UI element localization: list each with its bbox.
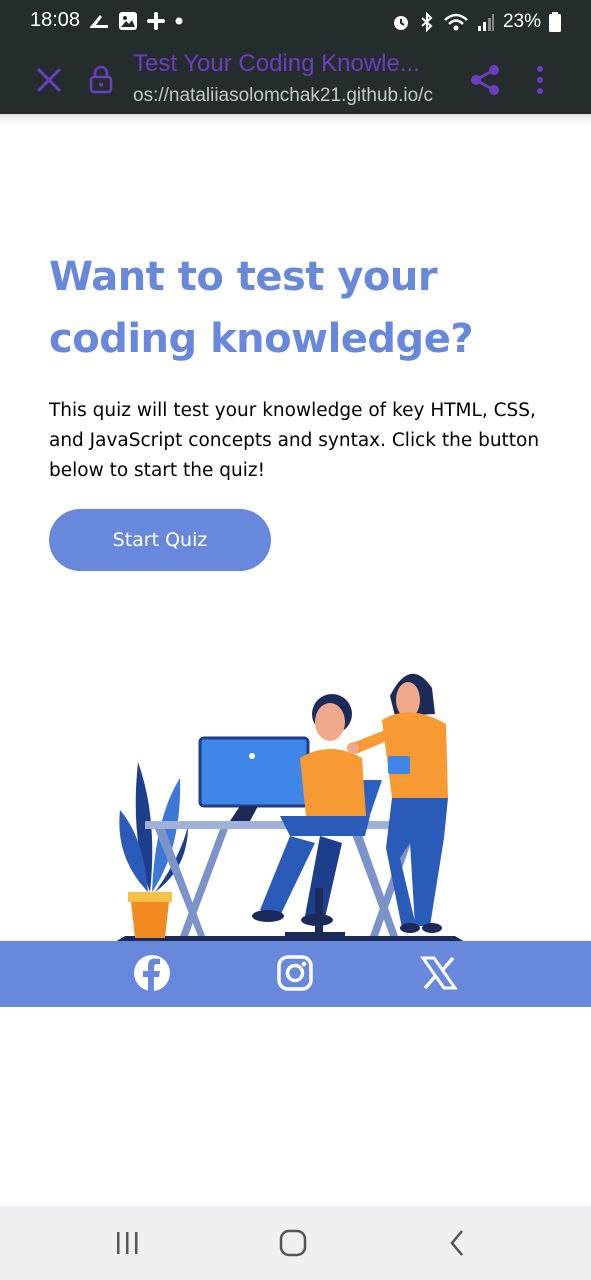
recents-icon[interactable]	[110, 1228, 144, 1258]
toolbar-shadow	[0, 114, 591, 126]
lock-icon[interactable]	[88, 64, 114, 94]
heading-line-2: coding knowledge?	[49, 316, 474, 362]
notification-icons	[88, 11, 184, 31]
share-icon[interactable]	[468, 62, 504, 98]
wifi-icon	[444, 13, 468, 31]
heading-line-1: Want to test your	[49, 254, 438, 300]
running-shoe-icon	[90, 15, 108, 28]
bluetooth-icon	[421, 12, 433, 32]
system-nav-bar	[0, 1206, 591, 1280]
system-icons: 23%	[391, 11, 561, 33]
coding-illustration	[115, 673, 465, 942]
social-footer	[0, 941, 591, 1007]
battery-icon	[549, 12, 561, 32]
browser-toolbar: Test Your Coding Knowle... os://nataliia…	[0, 44, 591, 114]
gallery-icon	[119, 12, 137, 30]
start-quiz-button[interactable]: Start Quiz	[49, 509, 271, 571]
main-heading: Want to test your coding knowledge?	[49, 246, 549, 370]
page-url[interactable]: os://nataliiasolomchak21.github.io/c	[133, 85, 448, 107]
quiz-description: This quiz will test your knowledge of ke…	[49, 400, 540, 481]
page-title[interactable]: Test Your Coding Knowle...	[133, 50, 448, 78]
back-icon[interactable]	[442, 1228, 476, 1258]
close-icon[interactable]	[34, 65, 64, 95]
signal-icon	[477, 14, 494, 31]
dot-icon	[175, 17, 183, 25]
more-vert-icon[interactable]	[528, 62, 552, 98]
facebook-icon[interactable]	[133, 954, 171, 992]
battery-percent: 23%	[502, 11, 541, 32]
home-icon[interactable]	[276, 1228, 310, 1258]
alarm-icon	[393, 16, 408, 30]
page-content: Want to test your coding knowledge? This…	[0, 126, 591, 1206]
status-bar: 18:08 23%	[0, 0, 591, 44]
instagram-icon[interactable]	[276, 954, 314, 992]
x-icon[interactable]	[420, 954, 458, 992]
status-time: 18:08	[30, 9, 81, 31]
slack-icon	[147, 12, 165, 30]
